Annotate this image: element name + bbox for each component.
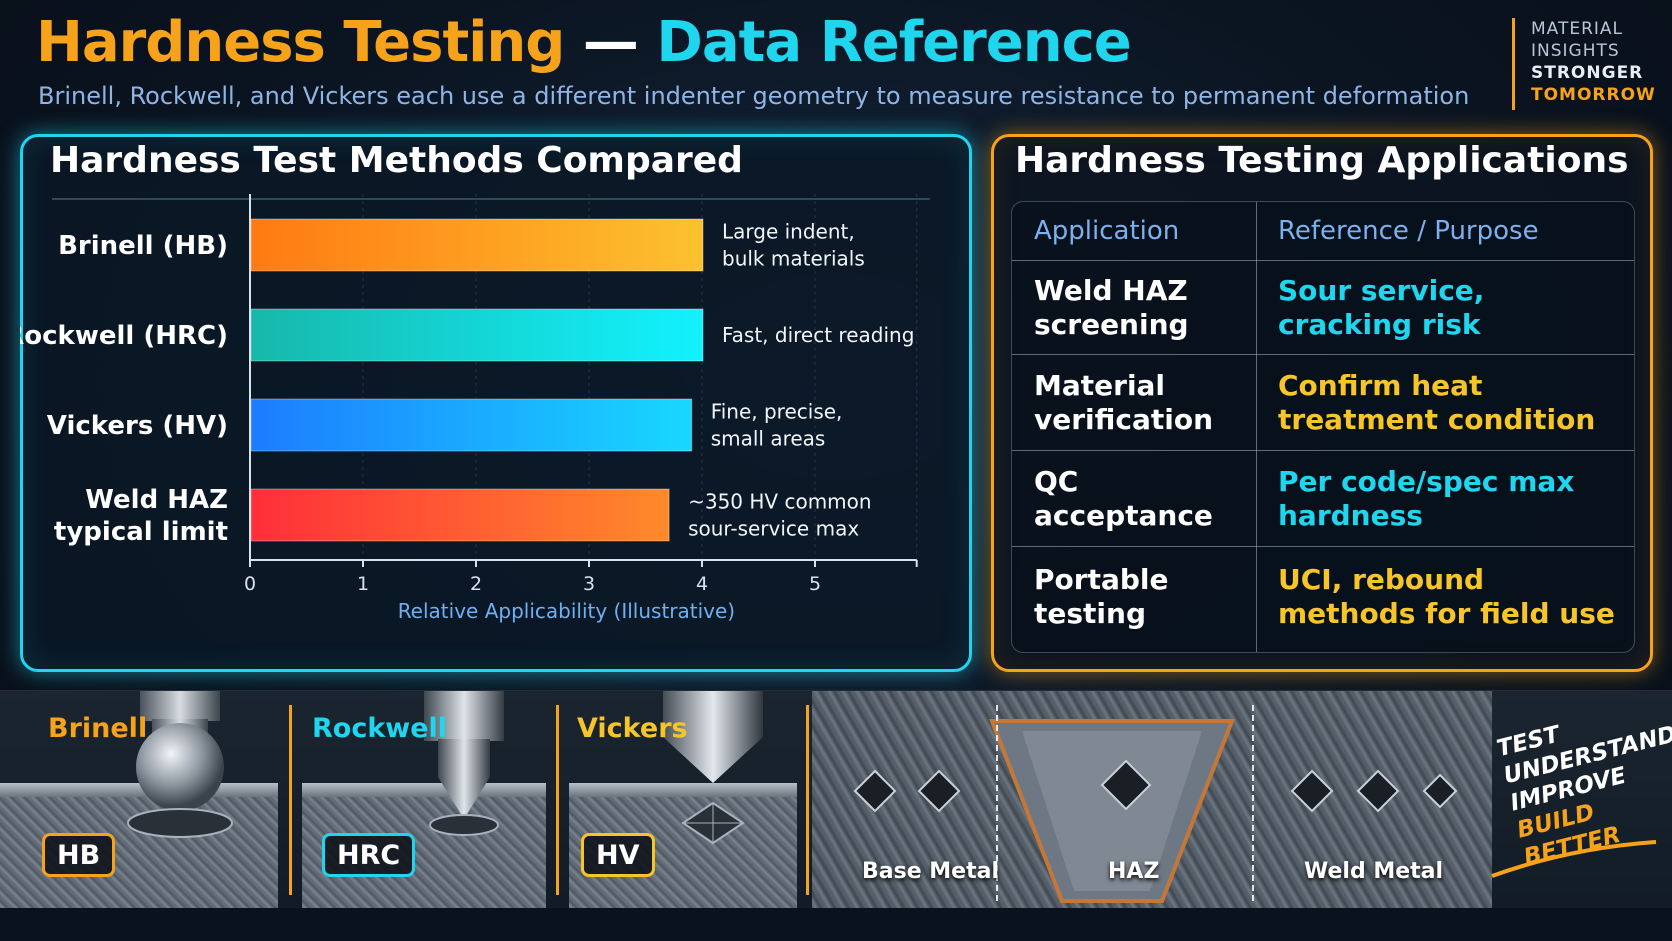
weld-metal-label: Weld Metal xyxy=(1304,859,1444,884)
rockwell-badge: HRC xyxy=(322,833,416,877)
y-tick-label: Vickers (HV) xyxy=(47,411,228,441)
row-application: QC acceptance xyxy=(1034,465,1213,532)
table-row: QC acceptance Per code/spec max hardness xyxy=(1012,450,1634,546)
brinell-label: Brinell xyxy=(48,713,148,744)
x-tick-label: 0 xyxy=(244,573,256,595)
applications-table: Application Reference / Purpose Weld HAZ… xyxy=(1011,201,1635,653)
data-label: Fine, precise, xyxy=(711,400,843,424)
x-axis-label: Relative Applicability (Illustrative) xyxy=(398,599,735,623)
data-label: Fast, direct reading xyxy=(722,323,914,347)
brand-line-2: INSIGHTS xyxy=(1531,41,1620,61)
title-part-2: Data Reference xyxy=(656,10,1131,75)
applications-title: Hardness Testing Applications xyxy=(1015,140,1629,181)
bar xyxy=(250,218,704,272)
brinell-badge: HB xyxy=(42,833,116,877)
x-tick-label: 2 xyxy=(470,573,482,595)
y-tick-label: Brinell (HB) xyxy=(58,231,228,261)
vickers-tile: Vickers HV xyxy=(569,691,797,909)
table-row: Weld HAZ screening Sour service, crackin… xyxy=(1012,260,1634,354)
rockwell-label: Rockwell xyxy=(312,713,448,744)
tile-divider xyxy=(556,705,559,895)
base-metal-label: Base Metal xyxy=(862,859,1000,884)
vickers-badge: HV xyxy=(581,833,655,877)
header-application: Application xyxy=(1034,216,1180,246)
x-tick-label: 3 xyxy=(583,573,595,595)
y-tick-label: Weld HAZ xyxy=(85,485,228,515)
bar-chart: 0 1 2 3 4 5 Relative Applicability (Illustrati… xyxy=(20,194,918,623)
x-tick-label: 5 xyxy=(809,573,821,595)
page-title: Hardness Testing — Data Reference xyxy=(36,10,1132,75)
row-application: Portable testing xyxy=(1034,563,1169,630)
data-label: ~350 HV common xyxy=(688,490,871,514)
row-application: Material verification xyxy=(1034,369,1214,436)
header-reference: Reference / Purpose xyxy=(1278,216,1539,246)
vickers-label: Vickers xyxy=(577,713,688,744)
title-dash: — xyxy=(564,10,657,75)
title-part-1: Hardness Testing xyxy=(36,10,565,75)
data-label: Large indent, xyxy=(722,220,855,244)
rockwell-tile: Rockwell HRC xyxy=(302,691,546,909)
brinell-tile: Brinell HB xyxy=(0,691,278,909)
footer-band xyxy=(0,908,1672,941)
haz-label: HAZ xyxy=(1108,859,1160,884)
y-tick-label: Rockwell (HRC) xyxy=(20,321,228,351)
x-tick-label: 4 xyxy=(696,573,708,595)
row-purpose: Sour service, cracking risk xyxy=(1278,274,1485,341)
brand-line-3: STRONGER xyxy=(1531,63,1644,83)
zone-boundary xyxy=(1252,705,1254,901)
bar xyxy=(250,308,704,362)
table-header-row: Application Reference / Purpose xyxy=(1012,202,1634,260)
brand-line-1: MATERIAL xyxy=(1531,19,1624,39)
data-label: sour-service max xyxy=(688,517,859,541)
weld-section-tile: Base Metal HAZ Weld Metal xyxy=(812,691,1492,909)
x-tick-label: 1 xyxy=(357,573,369,595)
tile-divider xyxy=(806,705,809,895)
bar xyxy=(250,488,670,542)
brand-logo: MATERIAL INSIGHTS STRONGER TOMORROW xyxy=(1512,18,1656,110)
row-purpose: UCI, rebound methods for field use xyxy=(1278,563,1615,630)
tile-divider xyxy=(289,705,292,895)
brand-line-4: TOMORROW xyxy=(1531,85,1656,105)
bar xyxy=(250,398,693,452)
table-row: Portable testing UCI, rebound methods fo… xyxy=(1012,546,1634,652)
table-row: Material verification Confirm heat treat… xyxy=(1012,354,1634,450)
data-label: small areas xyxy=(711,427,826,451)
indenter-strip: Brinell HB Rockwell HRC Vickers HV Base … xyxy=(0,690,1672,909)
y-tick-label: typical limit xyxy=(54,517,228,547)
row-purpose: Confirm heat treatment condition xyxy=(1278,369,1596,436)
slogan-underline-icon xyxy=(1491,840,1657,878)
row-application: Weld HAZ screening xyxy=(1034,274,1189,341)
data-label: bulk materials xyxy=(722,247,865,271)
page-subtitle: Brinell, Rockwell, and Vickers each use … xyxy=(38,82,1470,110)
row-purpose: Per code/spec max hardness xyxy=(1278,465,1575,532)
